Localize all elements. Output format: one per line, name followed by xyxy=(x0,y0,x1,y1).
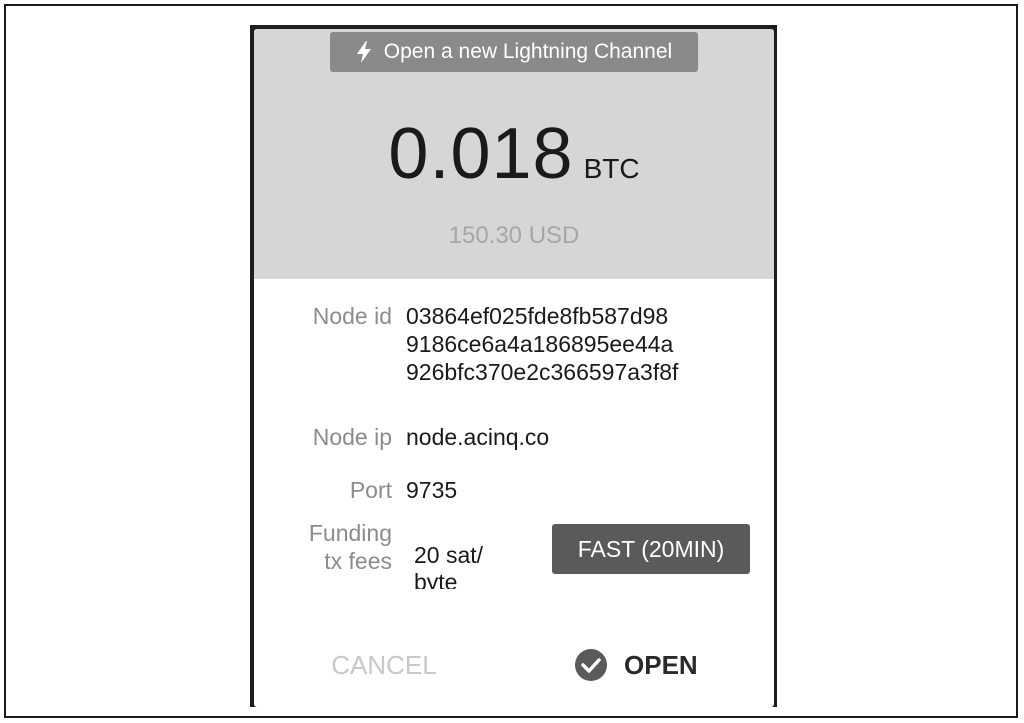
node-id-line: 03864ef025fde8fb587d98 xyxy=(406,303,669,329)
port-label: Port xyxy=(349,477,392,503)
open-button-label: OPEN xyxy=(624,649,698,680)
node-id-line: 9186ce6a4a186895ee44a xyxy=(406,331,674,357)
open-button[interactable]: OPEN xyxy=(574,643,734,687)
amount-display: 0.018 BTC xyxy=(254,113,774,195)
fee-speed-button[interactable]: FAST (20MIN) xyxy=(552,524,750,574)
dialog-title-text: Open a new Lightning Channel xyxy=(383,40,673,63)
node-ip-value: node.acinq.co xyxy=(406,424,550,450)
amount-value: 0.018 xyxy=(388,114,574,194)
amount-unit: BTC xyxy=(583,153,640,184)
check-circle-icon xyxy=(574,648,608,682)
funding-fees-value-line: byte xyxy=(414,569,458,589)
dialog-title: Open a new Lightning Channel xyxy=(330,32,698,72)
node-id-line: 926bfc370e2c366597a3f8f xyxy=(406,359,679,385)
node-id-value: 03864ef025fde8fb587d98 9186ce6a4a186895e… xyxy=(406,302,678,386)
funding-fees-label: Funding tx fees xyxy=(254,519,392,575)
lightning-bolt-icon xyxy=(356,41,372,63)
funding-fees-label-line: Funding xyxy=(308,520,392,546)
fiat-amount: 150.30 USD xyxy=(448,222,580,249)
port-value: 9735 xyxy=(406,477,458,503)
cancel-button[interactable]: CANCEL xyxy=(304,645,464,685)
open-channel-dialog: Open a new Lightning Channel 0.018 BTC 1… xyxy=(254,29,774,707)
funding-fees-value: 20 sat/ byte xyxy=(414,542,524,589)
node-ip-label: Node ip xyxy=(312,424,392,450)
funding-fees-label-line: tx fees xyxy=(324,548,392,574)
node-id-label: Node id xyxy=(312,303,392,329)
funding-fees-value-line: 20 sat/ xyxy=(414,542,484,568)
amount-header: Open a new Lightning Channel 0.018 BTC 1… xyxy=(254,29,774,279)
